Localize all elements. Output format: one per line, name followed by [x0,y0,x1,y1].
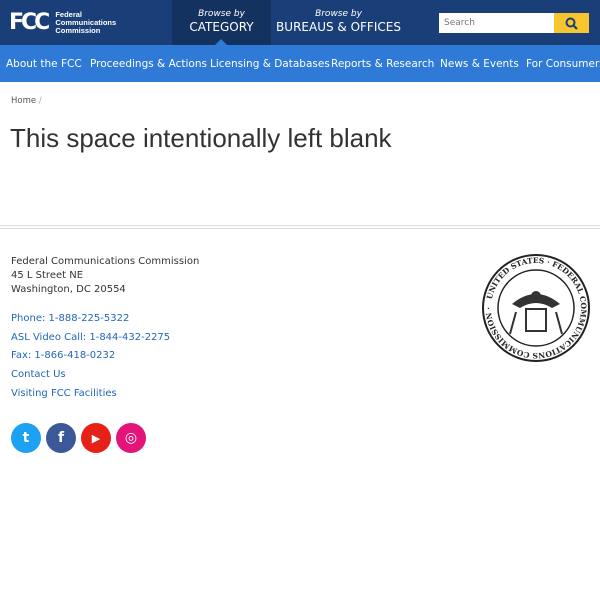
top-header: FCC Federal Communications Commission Br… [0,0,600,45]
page-title: This space intentionally left blank [10,123,392,153]
facebook-icon[interactable]: f [46,423,76,453]
browse-title: BUREAUS & OFFICES [276,20,401,34]
youtube-icon[interactable]: ▶ [81,423,111,453]
browse-label: Browse by [198,9,245,19]
address-line: Federal Communications Commission [11,256,200,267]
asl-video-link[interactable]: ASL Video Call: 1-844-432-2275 [11,329,170,348]
nav-reports[interactable]: Reports & Research [331,58,434,70]
nav-consumers[interactable]: For Consumers [526,58,600,70]
browse-title: CATEGORY [189,20,254,34]
footer-divider [0,225,600,229]
contact-us-link[interactable]: Contact Us [11,366,170,385]
visiting-facilities-link[interactable]: Visiting FCC Facilities [11,385,170,404]
fcc-logo[interactable]: FCC Federal Communications Commission [9,11,116,35]
search-icon [565,17,578,30]
nav-about[interactable]: About the FCC [6,58,82,70]
search-input[interactable] [439,13,554,33]
phone-link[interactable]: Phone: 1-888-225-5322 [11,310,170,329]
breadcrumb: Home / [11,96,42,106]
breadcrumb-home[interactable]: Home [11,96,36,106]
fax-link[interactable]: Fax: 1-866-418-0232 [11,347,170,366]
social-links: t f ▶ ◎ [11,423,146,453]
address-line: 45 L Street NE [11,270,84,281]
browse-label: Browse by [315,9,362,19]
instagram-icon[interactable]: ◎ [116,423,146,453]
breadcrumb-separator: / [38,96,42,106]
twitter-icon[interactable]: t [11,423,41,453]
main-nav: About the FCC Proceedings & Actions Lice… [0,45,600,82]
logo-mark: FCC [9,10,50,35]
fcc-seal: UNITED STATES · FEDERAL COMMUNICATIONS C… [482,254,590,362]
search-button[interactable] [554,13,589,33]
logo-line: Commission [55,26,101,35]
footer-links: Phone: 1-888-225-5322 ASL Video Call: 1-… [11,310,170,404]
nav-licensing[interactable]: Licensing & Databases [210,58,330,70]
nav-news[interactable]: News & Events [440,58,519,70]
footer-address: Federal Communications Commission 45 L S… [11,255,199,297]
address-line: Washington, DC 20554 [11,284,126,295]
nav-proceedings[interactable]: Proceedings & Actions [90,58,207,70]
logo-text: Federal Communications Commission [55,11,116,35]
browse-bureaus-tab[interactable]: Browse by BUREAUS & OFFICES [271,0,406,45]
